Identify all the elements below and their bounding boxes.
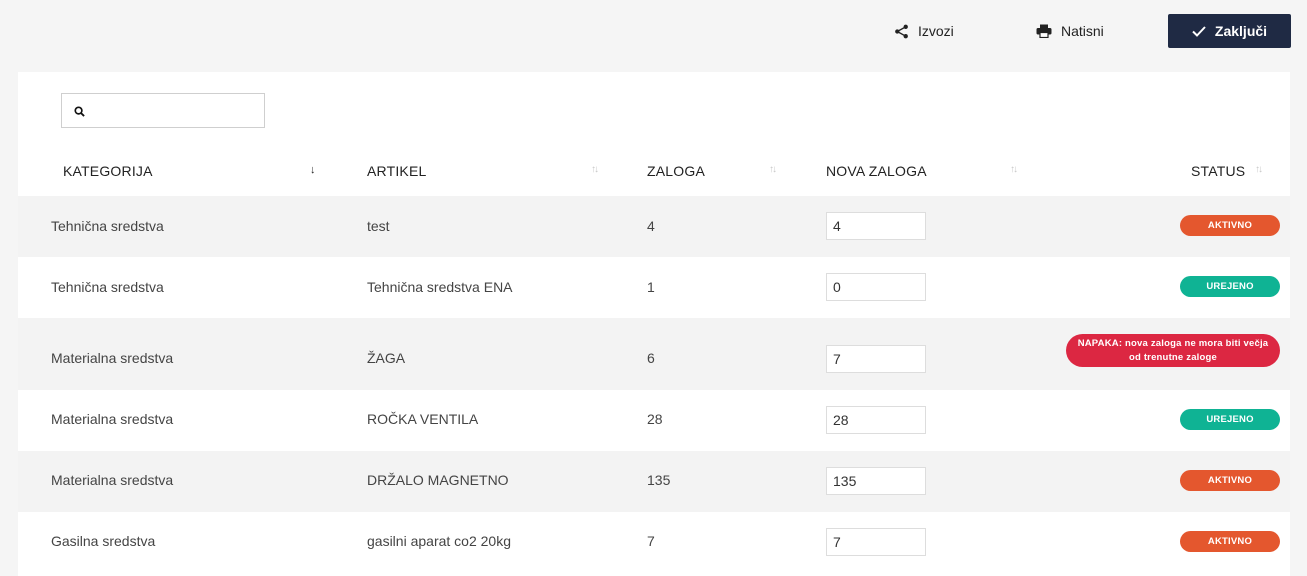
table-row: Tehnična sredstva test 4 AKTIVNO: [18, 196, 1290, 257]
new-stock-input[interactable]: [826, 273, 926, 301]
check-icon: [1192, 25, 1206, 37]
sort-desc-icon[interactable]: ↓: [310, 164, 316, 176]
cell-kategorija: Tehnična sredstva: [51, 218, 164, 234]
top-toolbar: Izvozi Natisni Zaključi: [0, 0, 1307, 72]
status-badge: UREJENO: [1180, 276, 1280, 297]
cell-zaloga: 4: [647, 218, 655, 234]
finish-label: Zaključi: [1214, 23, 1268, 39]
new-stock-input[interactable]: [826, 467, 926, 495]
column-header-artikel[interactable]: ARTIKEL: [367, 163, 427, 179]
cell-artikel: DRŽALO MAGNETNO: [367, 472, 509, 488]
export-button[interactable]: Izvozi: [894, 14, 954, 48]
cell-kategorija: Gasilna sredstva: [51, 533, 156, 549]
cell-zaloga: 28: [647, 411, 663, 427]
cell-kategorija: Materialna sredstva: [51, 472, 174, 488]
new-stock-input[interactable]: [826, 528, 926, 556]
cell-kategorija: Materialna sredstva: [51, 411, 174, 427]
inventory-card: KATEGORIJA ↓ ARTIKEL ↑↓ ZALOGA ↑↓ NOVA Z…: [18, 72, 1290, 576]
cell-artikel: ROČKA VENTILA: [367, 411, 479, 427]
finish-button[interactable]: Zaključi: [1168, 14, 1291, 48]
cell-zaloga: 135: [647, 472, 671, 488]
table-header: KATEGORIJA ↓ ARTIKEL ↑↓ ZALOGA ↑↓ NOVA Z…: [18, 154, 1290, 188]
cell-artikel: test: [367, 218, 390, 234]
cell-artikel: Tehnična sredstva ENA: [367, 279, 513, 295]
status-badge: AKTIVNO: [1180, 215, 1280, 236]
error-badge: NAPAKA: nova zaloga ne mora biti večja o…: [1066, 334, 1280, 367]
cell-artikel: ŽAGA: [367, 350, 406, 366]
new-stock-input[interactable]: [826, 212, 926, 240]
table-row: Materialna sredstva ŽAGA 6 NAPAKA: nova …: [18, 318, 1290, 390]
status-badge: UREJENO: [1180, 409, 1280, 430]
table-row: Materialna sredstva ROČKA VENTILA 28 URE…: [18, 390, 1290, 451]
column-header-zaloga[interactable]: ZALOGA: [647, 163, 705, 179]
sort-icon[interactable]: ↑↓: [1010, 164, 1018, 175]
new-stock-input[interactable]: [826, 406, 926, 434]
print-label: Natisni: [1061, 23, 1104, 39]
search-icon: [74, 106, 85, 117]
printer-icon: [1036, 24, 1052, 38]
status-badge: AKTIVNO: [1180, 531, 1280, 552]
print-button[interactable]: Natisni: [1036, 14, 1104, 48]
cell-kategorija: Tehnična sredstva: [51, 279, 164, 295]
column-header-status[interactable]: STATUS: [1191, 163, 1245, 179]
export-label: Izvozi: [918, 23, 954, 39]
cell-kategorija: Materialna sredstva: [51, 350, 174, 366]
table-row: Tehnična sredstva Tehnična sredstva ENA …: [18, 257, 1290, 318]
cell-zaloga: 1: [647, 279, 655, 295]
sort-icon[interactable]: ↑↓: [1255, 164, 1263, 175]
new-stock-input[interactable]: [826, 345, 926, 373]
cell-zaloga: 6: [647, 350, 655, 366]
sort-icon[interactable]: ↑↓: [591, 164, 599, 175]
table-row: Materialna sredstva DRŽALO MAGNETNO 135 …: [18, 451, 1290, 512]
share-icon: [895, 24, 908, 38]
sort-icon[interactable]: ↑↓: [769, 164, 777, 175]
cell-artikel: gasilni aparat co2 20kg: [367, 533, 511, 549]
column-header-kategorija[interactable]: KATEGORIJA: [63, 163, 153, 179]
search-field[interactable]: [61, 93, 265, 128]
cell-zaloga: 7: [647, 533, 655, 549]
status-badge: AKTIVNO: [1180, 470, 1280, 491]
table-row: Gasilna sredstva gasilni aparat co2 20kg…: [18, 512, 1290, 573]
column-header-nova-zaloga[interactable]: NOVA ZALOGA: [826, 163, 927, 179]
